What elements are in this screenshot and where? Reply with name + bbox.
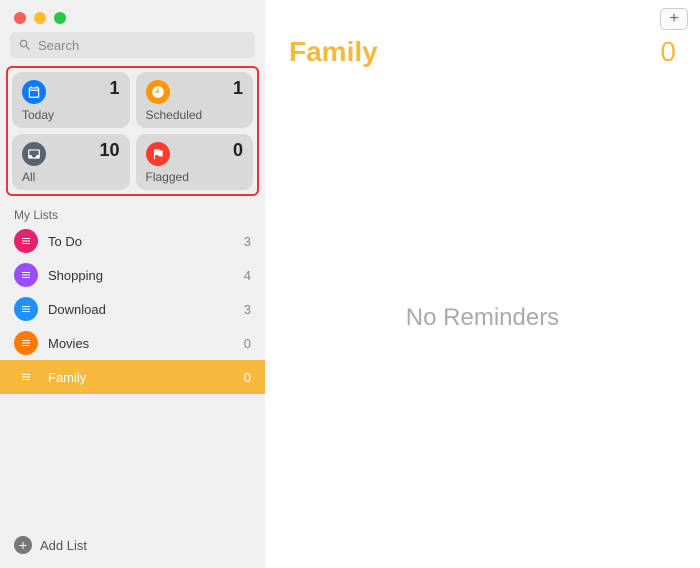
smart-flagged-count: 0	[233, 140, 243, 161]
list-item-count: 3	[244, 234, 251, 249]
list-item-label: Download	[48, 302, 244, 317]
plus-icon: +	[14, 536, 32, 554]
zoom-window-button[interactable]	[54, 12, 66, 24]
smart-today-label: Today	[22, 108, 54, 122]
list-item-count: 3	[244, 302, 251, 317]
list-item-label: Family	[48, 370, 244, 385]
search-icon	[18, 38, 32, 52]
sidebar: Search 1 Today 1 Scheduled	[0, 0, 265, 568]
flag-icon	[146, 142, 170, 166]
list-item-count: 4	[244, 268, 251, 283]
list-bullet-icon	[14, 365, 38, 389]
smart-today-count: 1	[109, 78, 119, 99]
my-lists: To Do3Shopping4Download3Movies0Family0	[0, 224, 265, 394]
list-item[interactable]: Movies0	[0, 326, 265, 360]
page-title: Family	[289, 36, 378, 68]
list-item-count: 0	[244, 336, 251, 351]
toolbar: +	[265, 0, 700, 30]
smart-flagged[interactable]: 0 Flagged	[136, 134, 254, 190]
calendar-icon	[22, 80, 46, 104]
close-window-button[interactable]	[14, 12, 26, 24]
smart-all[interactable]: 10 All	[12, 134, 130, 190]
smart-scheduled[interactable]: 1 Scheduled	[136, 72, 254, 128]
add-reminder-button[interactable]: +	[660, 8, 688, 30]
list-bullet-icon	[14, 229, 38, 253]
list-item[interactable]: Family0	[0, 360, 265, 394]
list-item-label: To Do	[48, 234, 244, 249]
page-count: 0	[660, 36, 676, 68]
search-input[interactable]: Search	[10, 32, 255, 58]
smart-lists-grid: 1 Today 1 Scheduled 10 All	[12, 72, 253, 190]
minimize-window-button[interactable]	[34, 12, 46, 24]
list-item[interactable]: Shopping4	[0, 258, 265, 292]
smart-flagged-label: Flagged	[146, 170, 189, 184]
smart-lists-highlight: 1 Today 1 Scheduled 10 All	[6, 66, 259, 196]
list-bullet-icon	[14, 297, 38, 321]
list-item-label: Shopping	[48, 268, 244, 283]
main-pane: + Family 0 No Reminders	[265, 0, 700, 568]
my-lists-heading: My Lists	[0, 204, 265, 224]
list-bullet-icon	[14, 331, 38, 355]
smart-all-count: 10	[99, 140, 119, 161]
smart-scheduled-label: Scheduled	[146, 108, 203, 122]
clock-icon	[146, 80, 170, 104]
tray-icon	[22, 142, 46, 166]
list-item-count: 0	[244, 370, 251, 385]
main-header: Family 0	[265, 30, 700, 68]
list-item[interactable]: Download3	[0, 292, 265, 326]
smart-scheduled-count: 1	[233, 78, 243, 99]
list-item[interactable]: To Do3	[0, 224, 265, 258]
search-placeholder: Search	[38, 38, 79, 53]
smart-all-label: All	[22, 170, 35, 184]
empty-state: No Reminders	[265, 68, 700, 568]
list-item-label: Movies	[48, 336, 244, 351]
list-bullet-icon	[14, 263, 38, 287]
smart-today[interactable]: 1 Today	[12, 72, 130, 128]
add-list-label: Add List	[40, 538, 87, 553]
window-controls	[0, 0, 265, 32]
add-list-button[interactable]: + Add List	[0, 526, 265, 568]
